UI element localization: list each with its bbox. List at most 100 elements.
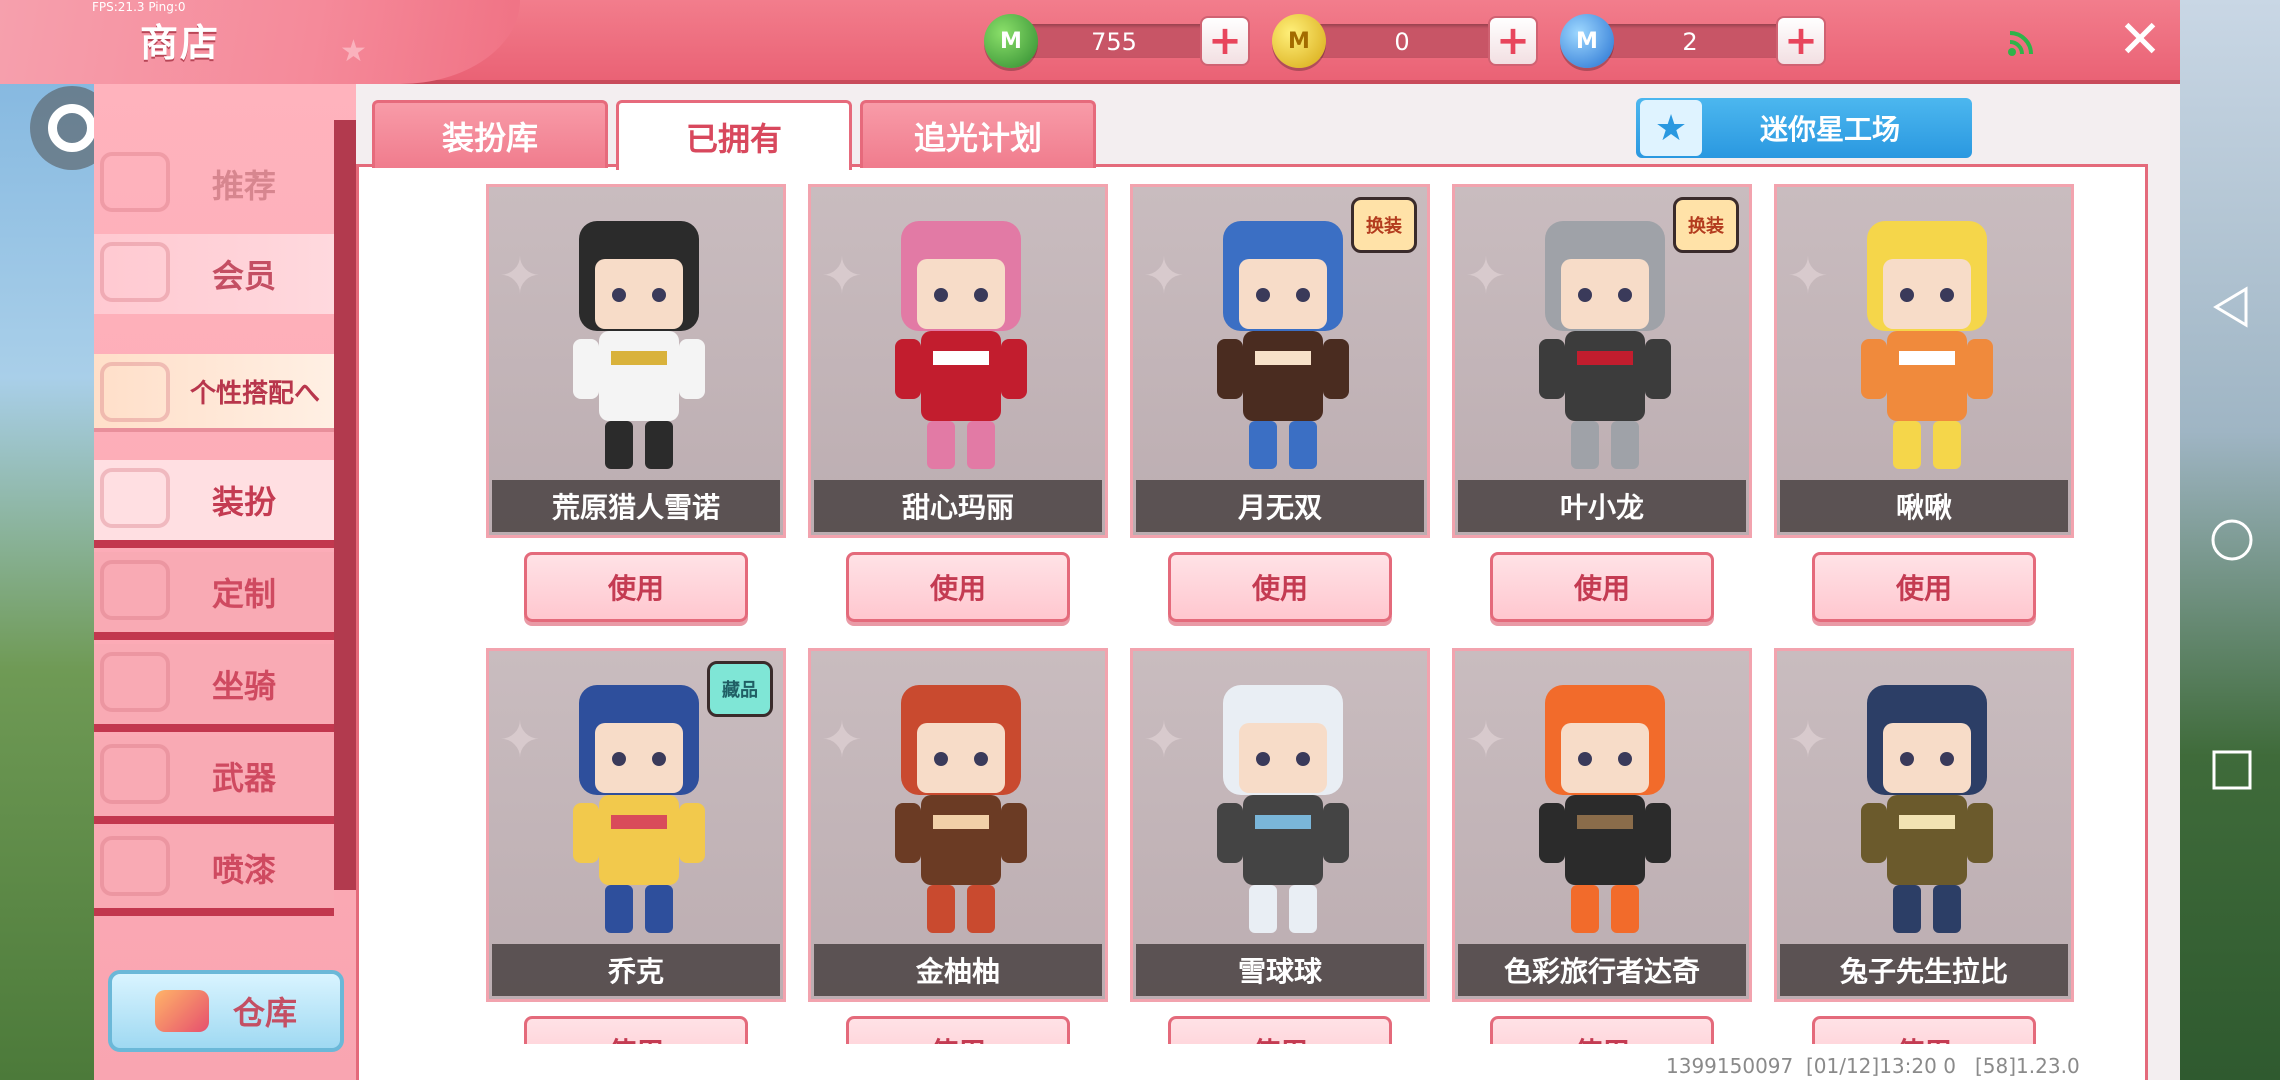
warehouse-button[interactable]: 仓库: [108, 970, 344, 1052]
star-decoration-icon: ✦: [1787, 711, 1829, 769]
custom-icon: [100, 560, 170, 620]
warehouse-icon: [154, 990, 209, 1032]
character-avatar: [1861, 685, 1993, 933]
outfit-badge: 换装: [1351, 197, 1417, 253]
star-decoration-icon: ✦: [1465, 247, 1507, 305]
sidebar-item-outfit[interactable]: 装扮: [94, 460, 334, 548]
add-gold-coin-button[interactable]: +: [1488, 16, 1538, 66]
currency-value: 755: [1091, 28, 1137, 56]
use-button[interactable]: 使用: [1168, 552, 1392, 622]
star-decoration-icon: ✦: [1143, 247, 1185, 305]
tab-owned[interactable]: 已拥有: [616, 100, 852, 170]
use-button[interactable]: 使用: [1490, 1016, 1714, 1044]
add-green-coin-button[interactable]: +: [1200, 16, 1250, 66]
sidebar-item-label: 个性搭配へ: [189, 378, 320, 409]
outfit-name: 甜心玛丽: [814, 480, 1102, 532]
use-button[interactable]: 使用: [1490, 552, 1714, 622]
use-button[interactable]: 使用: [1168, 1016, 1392, 1044]
character-avatar: [1539, 221, 1671, 469]
outfit-name: 叶小龙: [1458, 480, 1746, 532]
top-bar: FPS:21.3 Ping:0 商店 ★ M 755 + M 0 + M 2 +…: [0, 0, 2180, 84]
sidebar-item-spray[interactable]: 喷漆: [94, 828, 334, 916]
outfit-preview[interactable]: ✦ 啾啾: [1774, 184, 2074, 538]
add-blue-coin-button[interactable]: +: [1776, 16, 1826, 66]
star-icon: ★: [1640, 100, 1702, 156]
tab-light-chasing-plan[interactable]: 追光计划: [860, 100, 1096, 168]
recommend-icon: [100, 152, 170, 212]
vip-icon: [100, 242, 170, 302]
outfit-card[interactable]: ✦ 色彩旅行者达奇: [1452, 648, 1752, 1002]
mini-star-factory-button[interactable]: ★ 迷你星工场: [1636, 98, 1972, 158]
personal-style-icon: [100, 362, 170, 422]
star-decoration-icon: ✦: [1465, 711, 1507, 769]
sidebar-item-label: 装扮: [211, 483, 276, 521]
weapon-icon: [100, 744, 170, 804]
outfit-card[interactable]: ✦ 换装 叶小龙: [1452, 184, 1752, 538]
outfit-icon: [100, 468, 170, 528]
use-button[interactable]: 使用: [1812, 552, 2036, 622]
character-avatar: [895, 685, 1027, 933]
outfit-card[interactable]: ✦ 换装月无双: [1130, 184, 1430, 538]
outfit-card[interactable]: ✦ 啾啾: [1774, 184, 2074, 538]
outfit-preview[interactable]: ✦ 兔子先生拉比: [1774, 648, 2074, 1002]
outfit-name: 月无双: [1136, 480, 1424, 532]
outfit-preview[interactable]: ✦ 雪球球: [1130, 648, 1430, 1002]
sidebar-item-label: 会员: [211, 257, 276, 295]
outfit-name: 兔子先生拉比: [1780, 944, 2068, 996]
outfit-preview[interactable]: ✦ 藏品 乔克: [486, 648, 786, 1002]
use-button[interactable]: 使用: [846, 552, 1070, 622]
recent-apps-icon[interactable]: [2210, 748, 2254, 792]
character-avatar: [1217, 221, 1349, 469]
sidebar-item-recommend[interactable]: 推荐: [94, 144, 334, 224]
outfit-card[interactable]: ✦ 雪球球: [1130, 648, 1430, 1002]
outfit-name: 金柚柚: [814, 944, 1102, 996]
outfit-card[interactable]: ✦ 甜心玛丽: [808, 184, 1108, 538]
star-decoration-icon: ✦: [499, 711, 541, 769]
outfit-preview[interactable]: ✦ 换装 叶小龙: [1452, 184, 1752, 538]
sidebar: 推荐 会员 个性搭配へ 装扮 定制 坐骑 武器 喷漆: [94, 84, 356, 1080]
outfit-card[interactable]: ✦ 荒原猎人雪诺: [486, 184, 786, 538]
back-icon[interactable]: [2210, 285, 2254, 329]
sidebar-item-label: 武器: [211, 759, 276, 797]
outfit-preview[interactable]: ✦ 金柚柚: [808, 648, 1108, 1002]
outfit-card[interactable]: ✦ 藏品 乔克: [486, 648, 786, 1002]
sidebar-item-mount[interactable]: 坐骑: [94, 644, 334, 732]
outfit-name: 色彩旅行者达奇: [1458, 944, 1746, 996]
star-decoration-icon: ✦: [821, 711, 863, 769]
sidebar-divider: [334, 120, 356, 890]
sidebar-item-personal-style[interactable]: 个性搭配へ: [94, 354, 356, 432]
character-avatar: [1217, 685, 1349, 933]
close-button[interactable]: ✕: [2116, 14, 2164, 66]
star-decoration-icon: ✦: [1787, 247, 1829, 305]
outfit-preview[interactable]: ✦ 色彩旅行者达奇: [1452, 648, 1752, 1002]
currency-green: M 755 +: [984, 14, 1254, 68]
sidebar-item-custom[interactable]: 定制: [94, 552, 334, 640]
sidebar-item-weapon[interactable]: 武器: [94, 736, 334, 824]
use-button[interactable]: 使用: [524, 1016, 748, 1044]
sidebar-item-label: 定制: [211, 575, 276, 613]
home-icon[interactable]: [2210, 518, 2254, 562]
currency-blue: M 2 +: [1560, 14, 1830, 68]
use-button[interactable]: 使用: [524, 552, 748, 622]
outfit-preview[interactable]: ✦ 换装月无双: [1130, 184, 1430, 538]
warehouse-label: 仓库: [232, 994, 297, 1032]
outfit-badge: 藏品: [707, 661, 773, 717]
mini-star-factory-label: 迷你星工场: [1760, 113, 1901, 146]
outfit-card[interactable]: ✦ 兔子先生拉比: [1774, 648, 2074, 1002]
star-decoration-icon: ✦: [1143, 711, 1185, 769]
use-button[interactable]: 使用: [1812, 1016, 2036, 1044]
sidebar-item-vip[interactable]: 会员: [94, 234, 334, 314]
page-title: 商店: [140, 21, 221, 65]
sidebar-item-label: 喷漆: [211, 851, 276, 889]
currency-gold: M 0 +: [1272, 14, 1542, 68]
character-avatar: [1539, 685, 1671, 933]
use-button[interactable]: 使用: [846, 1016, 1070, 1044]
outfit-card[interactable]: ✦ 金柚柚: [808, 648, 1108, 1002]
outfit-name: 雪球球: [1136, 944, 1424, 996]
character-avatar: [573, 221, 705, 469]
android-nav-bar: [2180, 0, 2280, 1080]
outfit-preview[interactable]: ✦ 荒原猎人雪诺: [486, 184, 786, 538]
tab-outfit-library[interactable]: 装扮库: [372, 100, 608, 168]
outfit-preview[interactable]: ✦ 甜心玛丽: [808, 184, 1108, 538]
build-info: 1399150097 [01/12]13:20 0 [58]1.23.0: [1666, 1054, 2080, 1078]
